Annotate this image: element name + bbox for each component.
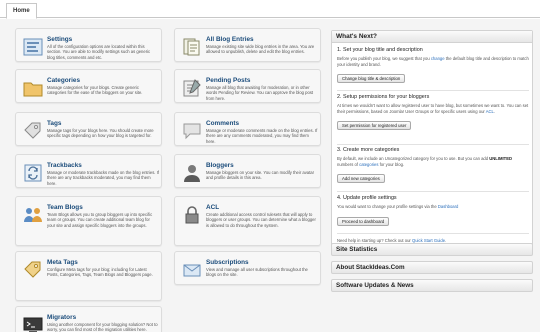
card-title: Subscriptions bbox=[206, 259, 249, 266]
card-description: Create additional access control ruleset… bbox=[206, 212, 316, 228]
card-title: Trackbacks bbox=[47, 162, 82, 169]
step-title: 2. Setup permissions for your bloggers bbox=[337, 94, 430, 100]
card-categories[interactable]: Categories Manage categories for your bl… bbox=[15, 69, 162, 103]
card-description: Manage existing site wide blog entries i… bbox=[206, 44, 315, 55]
card-title: Tags bbox=[47, 120, 62, 127]
proceed-to-dashboard-button[interactable]: Proceed to dashboard bbox=[337, 216, 390, 226]
trackbacks-icon bbox=[24, 164, 42, 182]
card-title: Settings bbox=[47, 36, 73, 43]
change-blog-title-button[interactable]: Change blog title & description bbox=[337, 74, 406, 84]
step-text: By default, we include an Uncategorized … bbox=[337, 156, 490, 161]
whats-next-panel: What's Next? 1. Set your blog title and … bbox=[331, 30, 533, 250]
card-pending-posts[interactable]: Pending Posts Manage all blog that await… bbox=[174, 69, 321, 103]
step-blog-title: 1. Set your blog title and description B… bbox=[337, 47, 529, 85]
settings-icon bbox=[23, 38, 43, 56]
step-text: for your blog. bbox=[378, 161, 405, 167]
card-title: Bloggers bbox=[206, 162, 234, 169]
card-description: All of the configuration options are loc… bbox=[47, 44, 151, 60]
card-description: Manage tags for your blogs here. You sho… bbox=[47, 128, 154, 139]
card-title: Team Blogs bbox=[47, 204, 83, 211]
card-description: Manage bloggers on your site. You can mo… bbox=[206, 170, 315, 181]
card-team-blogs[interactable]: Team Blogs Team Blogs allows you to grou… bbox=[15, 196, 162, 246]
step-description: You would want to change your profile se… bbox=[337, 204, 529, 210]
card-description: View and manage all user subscriptions t… bbox=[206, 267, 308, 278]
card-title: Comments bbox=[206, 120, 240, 127]
step-description: At times we wouldn't want to allow regis… bbox=[337, 103, 529, 114]
card-trackbacks[interactable]: Trackbacks Manage or moderate trackbacks… bbox=[15, 154, 162, 188]
step-description: By default, we include an Uncategorized … bbox=[337, 156, 529, 167]
tab-home[interactable]: Home bbox=[6, 3, 37, 19]
card-title: Meta Tags bbox=[47, 259, 78, 266]
step-profile: 4. Update profile settings You would wan… bbox=[337, 195, 529, 228]
divider bbox=[337, 144, 529, 145]
card-description: Manage or moderate comments made on the … bbox=[206, 128, 318, 144]
card-settings[interactable]: Settings All of the configuration option… bbox=[15, 28, 162, 62]
dashboard-link[interactable]: Dashboard bbox=[438, 204, 459, 209]
step-text: numbers of bbox=[337, 161, 360, 167]
step-text: You would want to change your profile se… bbox=[337, 204, 438, 209]
step-categories: 3. Create more categories By default, we… bbox=[337, 147, 529, 185]
card-description: Using another component for your bloggin… bbox=[47, 322, 158, 332]
panel-title[interactable]: What's Next? bbox=[332, 31, 532, 43]
blog-entries-icon bbox=[183, 38, 200, 56]
card-description: Team Blogs allows you to group bloggers … bbox=[47, 212, 153, 228]
divider bbox=[337, 191, 529, 192]
card-subscriptions[interactable]: Subscriptions View and manage all user s… bbox=[174, 251, 321, 285]
add-new-categories-button[interactable]: Add new categories bbox=[337, 174, 385, 184]
set-permission-button[interactable]: Set permission for registered user bbox=[337, 121, 412, 131]
step-title: 4. Update profile settings bbox=[337, 195, 397, 201]
step-text: At times we wouldn't want to allow regis… bbox=[337, 103, 529, 114]
card-title: ACL bbox=[206, 204, 220, 211]
comments-icon bbox=[183, 123, 201, 140]
pending-posts-icon bbox=[183, 79, 201, 97]
about-header[interactable]: About StackIdeas.Com bbox=[331, 261, 533, 274]
step-text: Before you publish your blog, we suggest… bbox=[337, 56, 431, 61]
card-title: Pending Posts bbox=[206, 77, 251, 84]
acl-link[interactable]: ACL bbox=[486, 109, 494, 114]
tags-icon bbox=[24, 122, 41, 139]
card-meta-tags[interactable]: Meta Tags Configure Meta tags for your b… bbox=[15, 251, 162, 301]
card-description: Configure Meta tags for your blog; inclu… bbox=[47, 267, 153, 278]
step-title: 3. Create more categories bbox=[337, 147, 400, 153]
card-title: Migrators bbox=[47, 314, 77, 321]
step-description: Before you publish your blog, we suggest… bbox=[337, 56, 529, 67]
card-bloggers[interactable]: Bloggers Manage bloggers on your site. Y… bbox=[174, 154, 321, 188]
step-text-bold: UNLIMITED bbox=[489, 156, 513, 161]
tab-bar: Home bbox=[0, 0, 540, 19]
meta-tags-icon bbox=[24, 261, 41, 278]
card-description: Manage or moderate trackbacks made on th… bbox=[47, 170, 159, 186]
bloggers-icon bbox=[184, 165, 200, 182]
team-blogs-icon bbox=[24, 208, 42, 222]
divider bbox=[337, 233, 529, 234]
card-tags[interactable]: Tags Manage tags for your blogs here. Yo… bbox=[15, 112, 162, 146]
categories-icon bbox=[23, 82, 43, 97]
step-title: 1. Set your blog title and description bbox=[337, 47, 423, 53]
lock-icon bbox=[185, 206, 199, 224]
card-title: Categories bbox=[47, 77, 81, 84]
software-updates-header[interactable]: Software Updates & News bbox=[331, 279, 533, 292]
card-acl[interactable]: ACL Create additional access control rul… bbox=[174, 196, 321, 246]
step-permissions: 2. Setup permissions for your bloggers A… bbox=[337, 94, 529, 132]
card-comments[interactable]: Comments Manage or moderate comments mad… bbox=[174, 112, 321, 146]
migrators-icon bbox=[23, 317, 43, 332]
card-description: Manage all blog that awaiting for modera… bbox=[206, 85, 314, 101]
categories-link[interactable]: categories bbox=[359, 162, 378, 167]
card-migrators[interactable]: Migrators Using another component for yo… bbox=[15, 306, 162, 332]
card-title: All Blog Entries bbox=[206, 36, 254, 43]
step-text: . bbox=[493, 108, 496, 114]
subscriptions-icon bbox=[183, 264, 201, 277]
divider bbox=[337, 90, 529, 91]
card-all-blog-entries[interactable]: All Blog Entries Manage existing site wi… bbox=[174, 28, 321, 62]
card-description: Manage categories for your blogs. Create… bbox=[47, 85, 143, 96]
change-title-link[interactable]: change bbox=[431, 56, 445, 61]
site-statistics-header[interactable]: Site Statistics bbox=[331, 243, 533, 256]
